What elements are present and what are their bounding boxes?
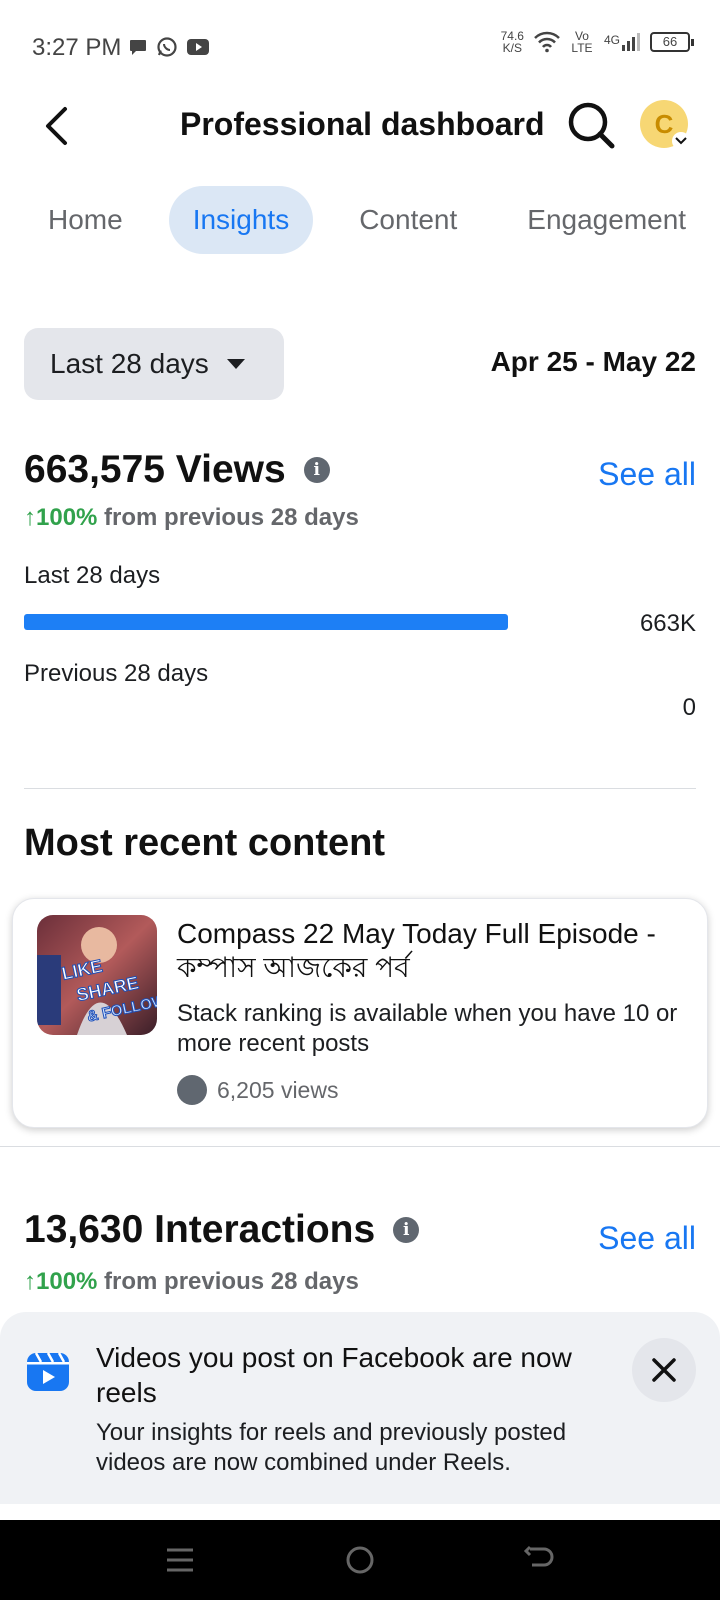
banner-text: Your insights for reels and previously p… [96,1419,567,1476]
previous-period-value: 0 [682,694,696,721]
period-dropdown-label: Last 28 days [50,348,209,379]
back-arrow-icon [524,1545,554,1567]
tab-insights[interactable]: Insights [168,186,314,254]
interactions-change-pct: 100% [36,1268,98,1295]
close-banner-button[interactable] [632,1338,696,1402]
interactions-change-text: from previous 28 days [97,1268,359,1295]
status-bar: 3:27 PM 74.6 K/S Vo LTE 4G 66 [0,0,720,96]
info-icon[interactable]: i [303,457,330,483]
views-change: ↑100% from previous 28 days [24,504,359,532]
interactions-metric-label: 13,630 Interactions [24,1208,376,1251]
views-metric-label: 663,575 Views [24,448,286,491]
date-range: Apr 25 - May 22 [490,346,696,377]
dashboard-tabs: Home Insights Content Engagement [24,186,710,254]
banner-title: Videos you post on Facebook are now reel… [96,1342,572,1408]
info-icon[interactable]: i [393,1217,420,1243]
interactions-see-all-link[interactable]: See all [598,1220,696,1257]
post-views: 6,205 views [177,1075,338,1105]
reels-icon [27,1352,69,1391]
views-change-arrow: ↑ [24,504,36,531]
recent-apps-button[interactable] [160,1542,200,1578]
post-views-count: 6,205 views [217,1076,339,1103]
post-title: Compass 22 May Today Full Episode - কম্প… [177,918,656,983]
current-period-value: 663K [639,610,696,637]
back-button[interactable] [36,102,76,150]
recent-post-card[interactable]: LIKE SHARE & FOLLOW Compass 22 May Today… [12,898,708,1128]
interactions-change-arrow: ↑ [24,1268,36,1295]
circle-home-icon [346,1546,374,1574]
search-icon [568,102,615,149]
status-time: 3:27 PM [32,34,122,61]
status-system-icons: 74.6 K/S Vo LTE 4G 66 [501,29,694,55]
tab-engagement[interactable]: Engagement [503,186,710,254]
system-nav-bar [0,1520,720,1600]
tab-content[interactable]: Content [335,186,481,254]
status-notification-icons [128,36,210,58]
volte-label: Vo LTE [571,29,593,55]
post-thumbnail: LIKE SHARE & FOLLOW [37,915,157,1035]
network-speed: 74.6 K/S [501,30,524,54]
views-see-all-link[interactable]: See all [598,456,696,493]
network-type-label: 4G [603,33,620,47]
current-period-bar-fill [24,614,508,630]
search-button[interactable] [566,100,616,150]
wifi-icon [534,31,560,53]
section-divider [0,1146,720,1147]
app-header: Professional dashboard C [0,96,720,156]
views-icon [177,1075,207,1105]
views-change-pct: 100% [36,504,98,531]
post-description: Stack ranking is available when you have… [177,1000,678,1057]
views-change-text: from previous 28 days [97,504,359,531]
divider [24,788,696,789]
cell-signal-icon: 4G [604,33,640,51]
youtube-icon [187,39,209,55]
avatar-letter: C [654,108,674,139]
close-icon [652,1358,676,1382]
recent-content-title: Most recent content [24,822,386,864]
chevron-left-icon [46,107,67,145]
current-period-bar [24,614,508,630]
caret-down-icon [226,359,245,369]
home-button[interactable] [340,1542,380,1578]
menu-icon [167,1548,193,1572]
chevron-down-icon[interactable] [672,132,690,150]
previous-period-label: Previous 28 days [24,660,209,687]
current-period-label: Last 28 days [24,562,161,589]
back-nav-button[interactable] [520,1542,560,1578]
period-dropdown[interactable]: Last 28 days [24,328,284,400]
whatsapp-icon [157,37,177,57]
network-speed-unit: K/S [502,41,522,55]
tab-home[interactable]: Home [24,186,147,254]
battery-icon: 66 [650,32,694,52]
interactions-metric-title: 13,630 Interactions i [24,1208,420,1252]
views-metric-title: 663,575 Views i [24,448,330,492]
reels-notice-banner: Videos you post on Facebook are now reel… [0,1312,720,1504]
interactions-change: ↑100% from previous 28 days [24,1268,359,1296]
page-title: Professional dashboard [180,106,545,142]
chat-bubble-icon [130,40,146,55]
